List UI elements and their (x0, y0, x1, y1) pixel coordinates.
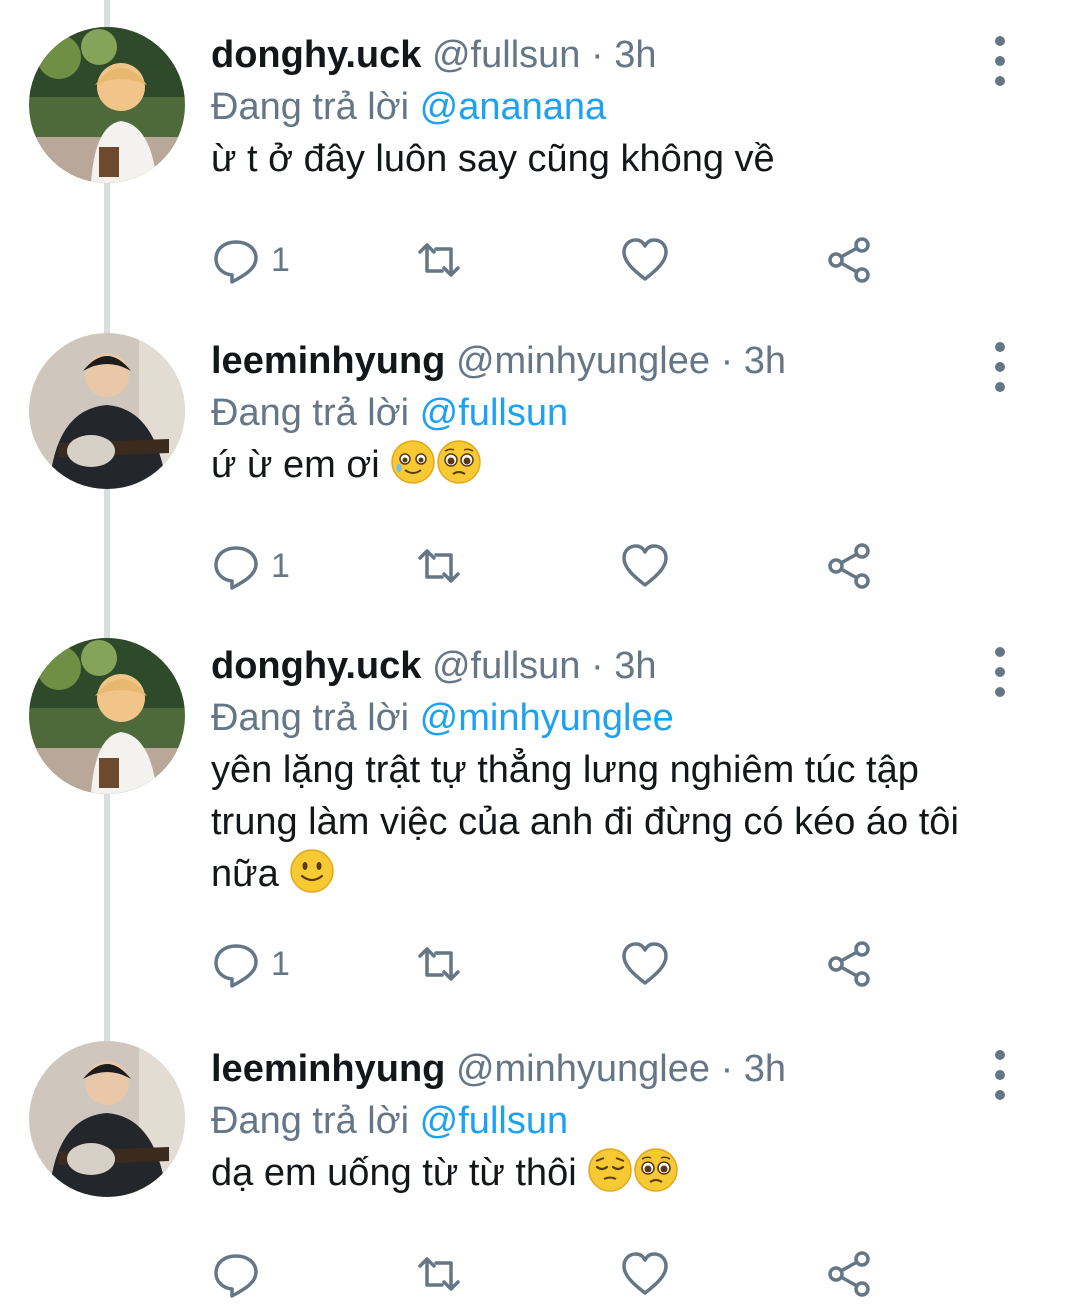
avatar[interactable] (29, 638, 185, 794)
timestamp[interactable]: 3h (744, 1048, 786, 1090)
reply-count: 1 (271, 944, 290, 983)
like-button[interactable] (620, 538, 670, 594)
share-icon (828, 237, 870, 283)
tweet-actions: 1 (211, 936, 891, 992)
share-button[interactable] (824, 538, 874, 594)
replying-to-label: Đang trả lời (211, 392, 410, 434)
share-icon (828, 1251, 870, 1297)
tweet-header: leeminhyung @minhyunglee · 3h (211, 339, 1040, 383)
mention-link[interactable]: @ananana (420, 86, 607, 128)
heart-icon (622, 942, 668, 985)
more-options-icon[interactable] (988, 1047, 1012, 1107)
reply-button[interactable]: 1 (211, 232, 290, 288)
share-icon (828, 941, 870, 987)
tweet-header: donghy.uck @fullsun · 3h (211, 644, 1040, 688)
user-handle[interactable]: @fullsun (432, 645, 580, 687)
reply-count: 1 (271, 546, 290, 585)
heart-icon (622, 238, 668, 281)
mention-link[interactable]: @fullsun (420, 1100, 568, 1142)
separator: · (720, 340, 734, 382)
retweet-button[interactable] (414, 936, 464, 992)
timestamp[interactable]: 3h (614, 645, 656, 687)
reply-icon (214, 546, 258, 590)
reply-button[interactable]: 1 (211, 936, 290, 992)
tweet-text: ứ ừ em ơi (211, 439, 1040, 491)
pleading-face-emoji (437, 440, 482, 484)
reply-icon (214, 240, 258, 284)
like-button[interactable] (620, 936, 670, 992)
user-handle[interactable]: @minhyunglee (456, 340, 710, 382)
reply-count: 1 (271, 240, 290, 279)
tweet-actions (211, 1246, 891, 1302)
tweet-header: donghy.uck @fullsun · 3h (211, 33, 1040, 77)
replying-to: Đang trả lời @fullsun (211, 1099, 1040, 1143)
retweet-button[interactable] (414, 1246, 464, 1302)
like-button[interactable] (620, 1246, 670, 1302)
separator: · (590, 645, 604, 687)
tweet-text: ừ t ở đây luôn say cũng không về (211, 133, 1040, 185)
replying-to-label: Đang trả lời (211, 86, 410, 128)
display-name[interactable]: donghy.uck (211, 34, 421, 76)
share-button[interactable] (824, 936, 874, 992)
smiling-face-with-tear-emoji (391, 440, 436, 484)
heart-icon (622, 544, 668, 587)
avatar[interactable] (29, 1041, 185, 1197)
retweet-button[interactable] (414, 538, 464, 594)
separator: · (590, 34, 604, 76)
mention-link[interactable]: @fullsun (420, 392, 568, 434)
reply-button[interactable]: 1 (211, 538, 290, 594)
retweet-icon (418, 549, 460, 583)
tweet-text-content: ứ ừ em ơi (211, 444, 380, 486)
more-options-icon[interactable] (988, 339, 1012, 399)
user-handle[interactable]: @fullsun (432, 34, 580, 76)
share-button[interactable] (824, 1246, 874, 1302)
pleading-face-emoji (634, 1148, 678, 1192)
avatar[interactable] (29, 27, 185, 183)
reply-button[interactable] (211, 1246, 271, 1302)
replying-to: Đang trả lời @fullsun (211, 391, 1040, 435)
retweet-icon (418, 1257, 460, 1291)
tweet-header: leeminhyung @minhyunglee · 3h (211, 1047, 1040, 1091)
user-handle[interactable]: @minhyunglee (456, 1048, 710, 1090)
replying-to: Đang trả lời @minhyunglee (211, 696, 1040, 740)
share-button[interactable] (824, 232, 874, 288)
tweet-text: dạ em uống từ từ thôi (211, 1147, 1040, 1199)
tweet-text: yên lặng trật tự thẳng lưng nghiêm túc t… (211, 744, 1011, 900)
display-name[interactable]: leeminhyung (211, 1048, 445, 1090)
retweet-icon (418, 947, 460, 981)
replying-to-label: Đang trả lời (211, 697, 410, 739)
tweet-text-content: dạ em uống từ từ thôi (211, 1152, 577, 1194)
mention-link[interactable]: @minhyunglee (420, 697, 674, 739)
avatar[interactable] (29, 333, 185, 489)
tweet-text-content: ừ t ở đây luôn say cũng không về (211, 138, 775, 180)
slightly-smiling-face-emoji (290, 849, 335, 893)
tweet-actions: 1 (211, 232, 891, 288)
tweet-actions: 1 (211, 538, 891, 594)
more-options-icon[interactable] (988, 33, 1012, 93)
timestamp[interactable]: 3h (614, 34, 656, 76)
more-options-icon[interactable] (988, 644, 1012, 704)
pensive-face-emoji (588, 1148, 632, 1192)
display-name[interactable]: donghy.uck (211, 645, 421, 687)
timestamp[interactable]: 3h (744, 340, 786, 382)
retweet-button[interactable] (414, 232, 464, 288)
share-icon (828, 543, 870, 589)
reply-icon (214, 1254, 258, 1298)
reply-icon (214, 944, 258, 988)
display-name[interactable]: leeminhyung (211, 340, 445, 382)
replying-to: Đang trả lời @ananana (211, 85, 1040, 129)
replying-to-label: Đang trả lời (211, 1100, 410, 1142)
retweet-icon (418, 243, 460, 277)
heart-icon (622, 1252, 668, 1295)
like-button[interactable] (620, 232, 670, 288)
separator: · (720, 1048, 734, 1090)
